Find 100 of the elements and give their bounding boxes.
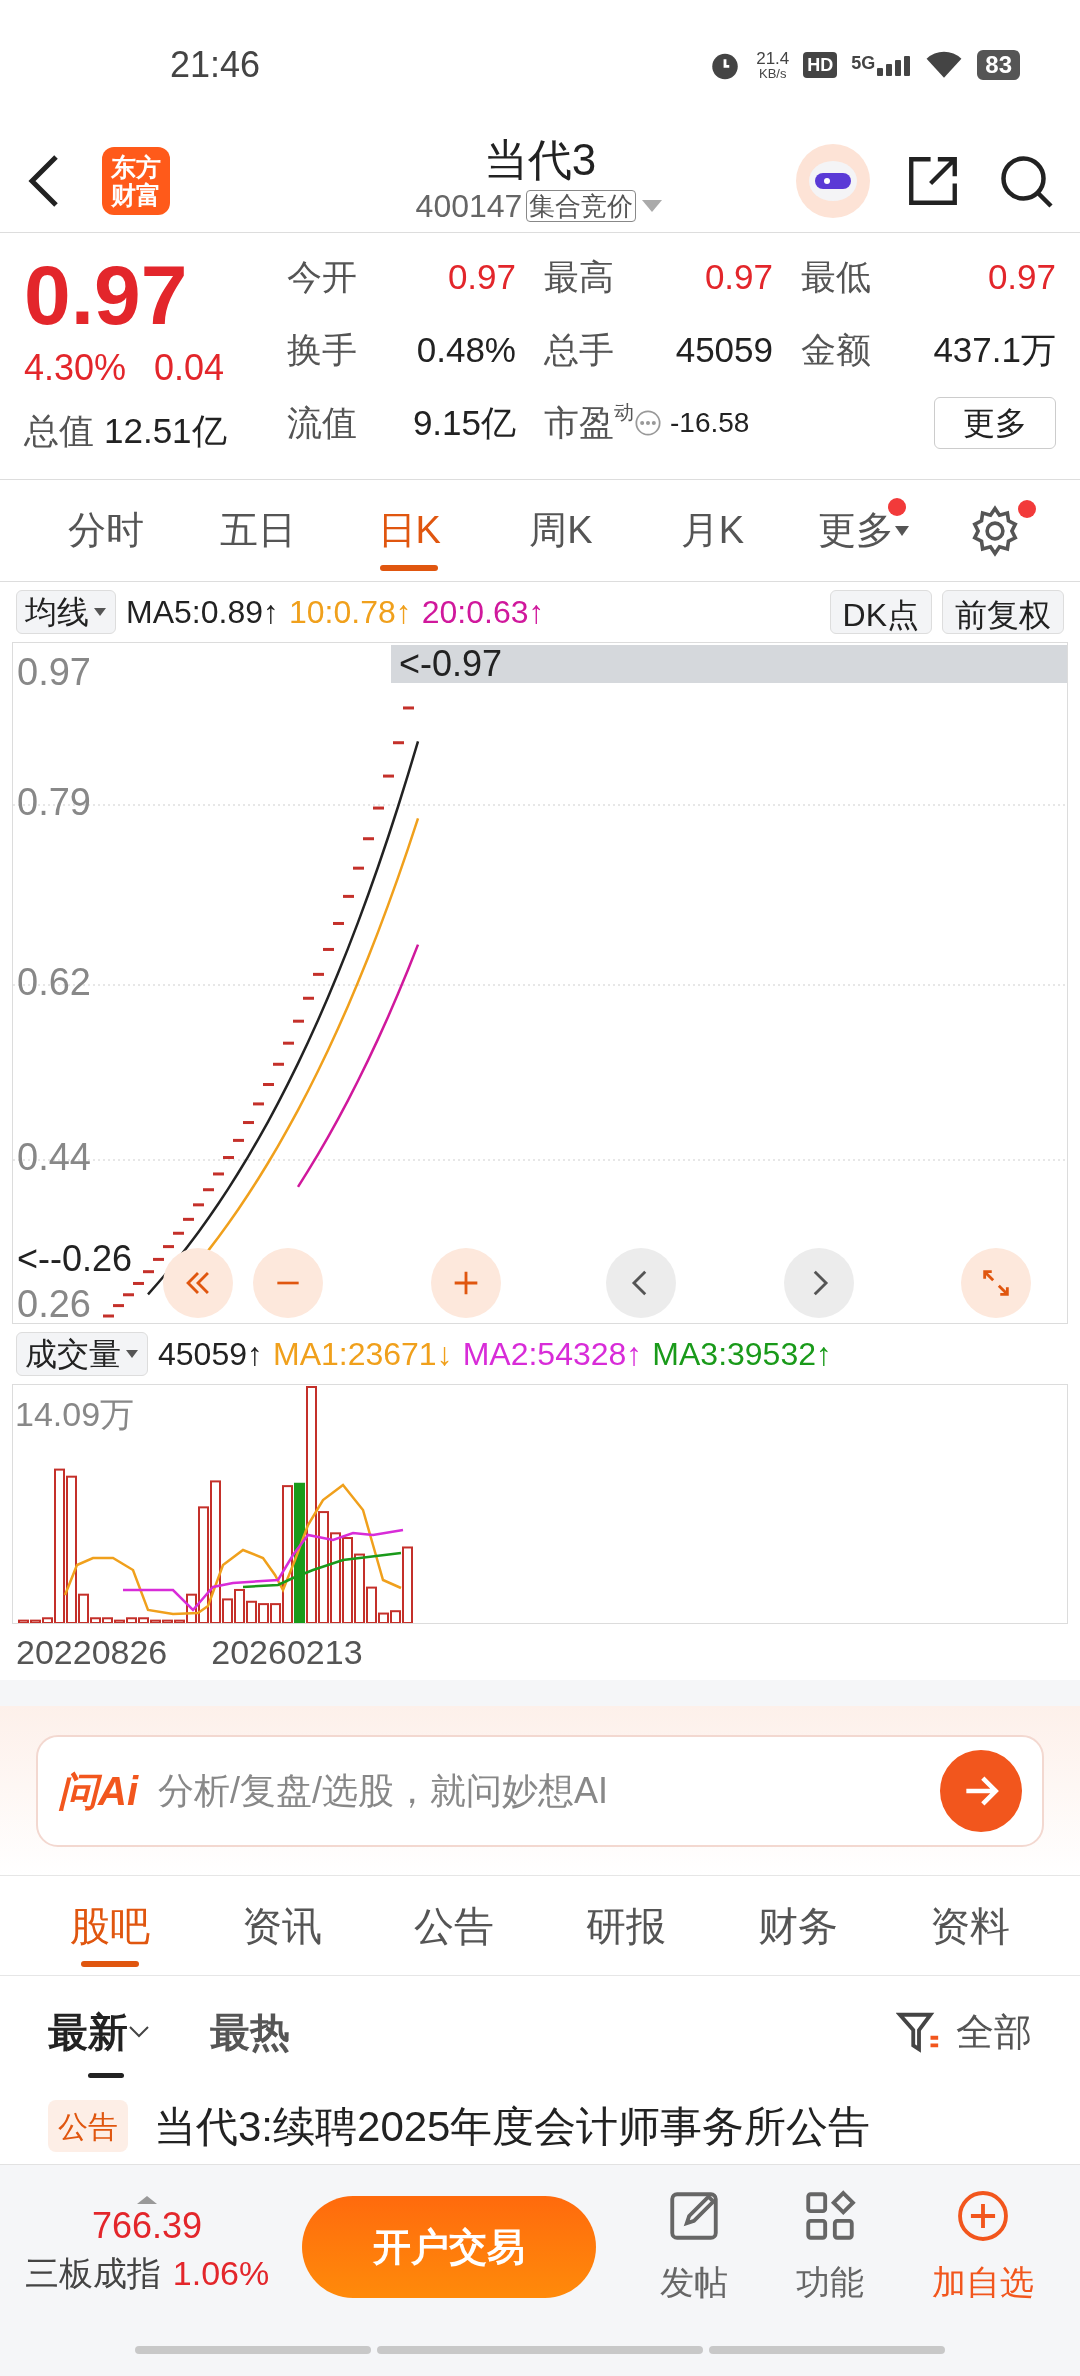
indicator-selector[interactable]: 均线 xyxy=(16,590,116,634)
candle xyxy=(153,1257,164,1261)
stat-value: 0.97 xyxy=(704,256,773,298)
dynamic-superscript: 动 xyxy=(614,400,634,423)
chevron-down-icon xyxy=(128,2025,150,2039)
stat-label: 流值 xyxy=(287,402,357,444)
network-speed: 21.4 xyxy=(756,50,790,67)
sort-tab[interactable]: 最热 xyxy=(210,1976,290,2088)
more-button[interactable]: 更多 xyxy=(934,397,1056,449)
period-tab[interactable]: 周K xyxy=(485,480,637,581)
candle xyxy=(253,1102,264,1106)
section-tab[interactable]: 资讯 xyxy=(196,1876,368,1975)
toolbar-action[interactable]: 发帖 xyxy=(660,2186,728,2308)
robot-icon xyxy=(807,159,859,203)
stat-label: 金额 xyxy=(801,329,871,371)
stat-label: 总手 xyxy=(544,329,614,371)
stat-label: 市盈 xyxy=(544,402,614,444)
period-tab[interactable]: 月K xyxy=(636,480,789,581)
y-axis-label: 0.26 xyxy=(17,1285,91,1323)
candle xyxy=(143,1270,154,1274)
auction-badge: 集合竞价 xyxy=(526,190,637,222)
toolbar-action[interactable]: 功能 xyxy=(796,2186,864,2308)
tab-underline xyxy=(81,1961,139,1967)
candle xyxy=(263,1083,274,1086)
y-axis-label: 0.79 xyxy=(17,783,91,821)
change-amount: 0.04 xyxy=(154,346,225,390)
volume-max-label: 14.09万 xyxy=(15,1397,135,1431)
index-change: 1.06% xyxy=(172,2252,270,2294)
stat-value: 0.97 xyxy=(447,256,516,298)
candle xyxy=(323,947,334,951)
y-axis-label: 0.44 xyxy=(17,1138,91,1176)
date-label: 20220826 xyxy=(16,1631,168,1673)
stat-label: 总值 xyxy=(24,410,94,452)
date-label: 20260213 xyxy=(211,1631,363,1673)
stat-value: 9.15亿 xyxy=(412,402,516,444)
ai-search-field[interactable]: 问Ai 分析/复盘/选股，就问妙想AI xyxy=(36,1734,1044,1847)
candle xyxy=(363,837,374,841)
candle xyxy=(113,1304,124,1308)
candle xyxy=(223,1156,234,1160)
stat-label: 换手 xyxy=(287,329,357,371)
last-price: 0.97 xyxy=(24,251,189,339)
candle xyxy=(123,1293,134,1297)
battery-indicator: 83 xyxy=(977,50,1020,80)
candle xyxy=(403,706,414,710)
change-percent: 4.30% xyxy=(24,346,127,390)
caret-icon xyxy=(894,524,911,537)
section-tab[interactable]: 股吧 xyxy=(24,1876,196,1975)
logo-text: 财富 xyxy=(111,181,161,209)
candle xyxy=(273,1062,284,1066)
wifi-icon xyxy=(925,50,964,80)
candle xyxy=(163,1245,174,1249)
clock-time: 21:46 xyxy=(170,43,261,87)
hd-badge: HD xyxy=(803,52,838,78)
price-adjust-button[interactable]: 前复权 xyxy=(942,590,1064,634)
section-tab[interactable]: 研报 xyxy=(540,1876,712,1975)
announcement-tag: 公告 xyxy=(48,2100,128,2152)
volume-ma-value: MA1:23671↓ xyxy=(273,1335,453,1374)
stock-name: 当代3 xyxy=(483,134,597,186)
up-triangle-icon xyxy=(137,2195,157,2204)
candle xyxy=(283,1041,294,1045)
signal-icon xyxy=(877,54,912,76)
stat-label: 今开 xyxy=(287,256,357,298)
stock-code: 400147 xyxy=(415,187,523,226)
candle xyxy=(373,806,384,810)
period-tab[interactable]: 五日 xyxy=(181,480,334,581)
sort-tab[interactable]: 最新 xyxy=(48,1976,150,2088)
candle xyxy=(233,1138,244,1142)
candle xyxy=(303,996,314,1000)
network-type: 5G xyxy=(851,54,876,72)
period-tab[interactable]: 分时 xyxy=(30,480,182,581)
high-price-marker: <-0.97 xyxy=(391,645,1067,683)
candle xyxy=(393,741,404,745)
candle xyxy=(183,1217,194,1221)
stat-value: 437.1万 xyxy=(933,329,1056,371)
candle xyxy=(243,1121,254,1125)
post-title[interactable]: 当代3:续聘2025年度会计师事务所公告 xyxy=(154,2094,871,2158)
caret-icon xyxy=(125,1349,139,1359)
stat-value: 12.51亿 xyxy=(104,410,227,452)
section-tab[interactable]: 财务 xyxy=(712,1876,884,1975)
dk-point-button[interactable]: DK点 xyxy=(829,590,932,634)
filter-button[interactable]: 全部 xyxy=(896,2003,1032,2061)
period-tab[interactable]: 日K xyxy=(333,480,485,581)
candle xyxy=(203,1188,214,1192)
index-name: 三板成指 xyxy=(24,2252,161,2294)
dropdown-icon[interactable] xyxy=(640,198,665,214)
indicator-selector[interactable]: 成交量 xyxy=(16,1332,148,1376)
candle xyxy=(133,1281,144,1285)
network-speed-unit: KB/s xyxy=(759,67,787,80)
stat-value: 0.97 xyxy=(987,256,1056,298)
y-axis-label: 0.97 xyxy=(17,653,91,691)
section-tab[interactable]: 资料 xyxy=(884,1876,1056,1975)
section-tab[interactable]: 公告 xyxy=(368,1876,540,1975)
tab-underline xyxy=(380,565,439,571)
stat-value: 45059 xyxy=(675,329,773,371)
index-value: 766.39 xyxy=(91,2203,203,2248)
candle xyxy=(313,972,324,976)
candle xyxy=(293,1019,304,1023)
more-circle-icon[interactable] xyxy=(634,409,662,437)
period-tab[interactable]: 更多 xyxy=(788,480,941,581)
candle xyxy=(343,894,354,898)
